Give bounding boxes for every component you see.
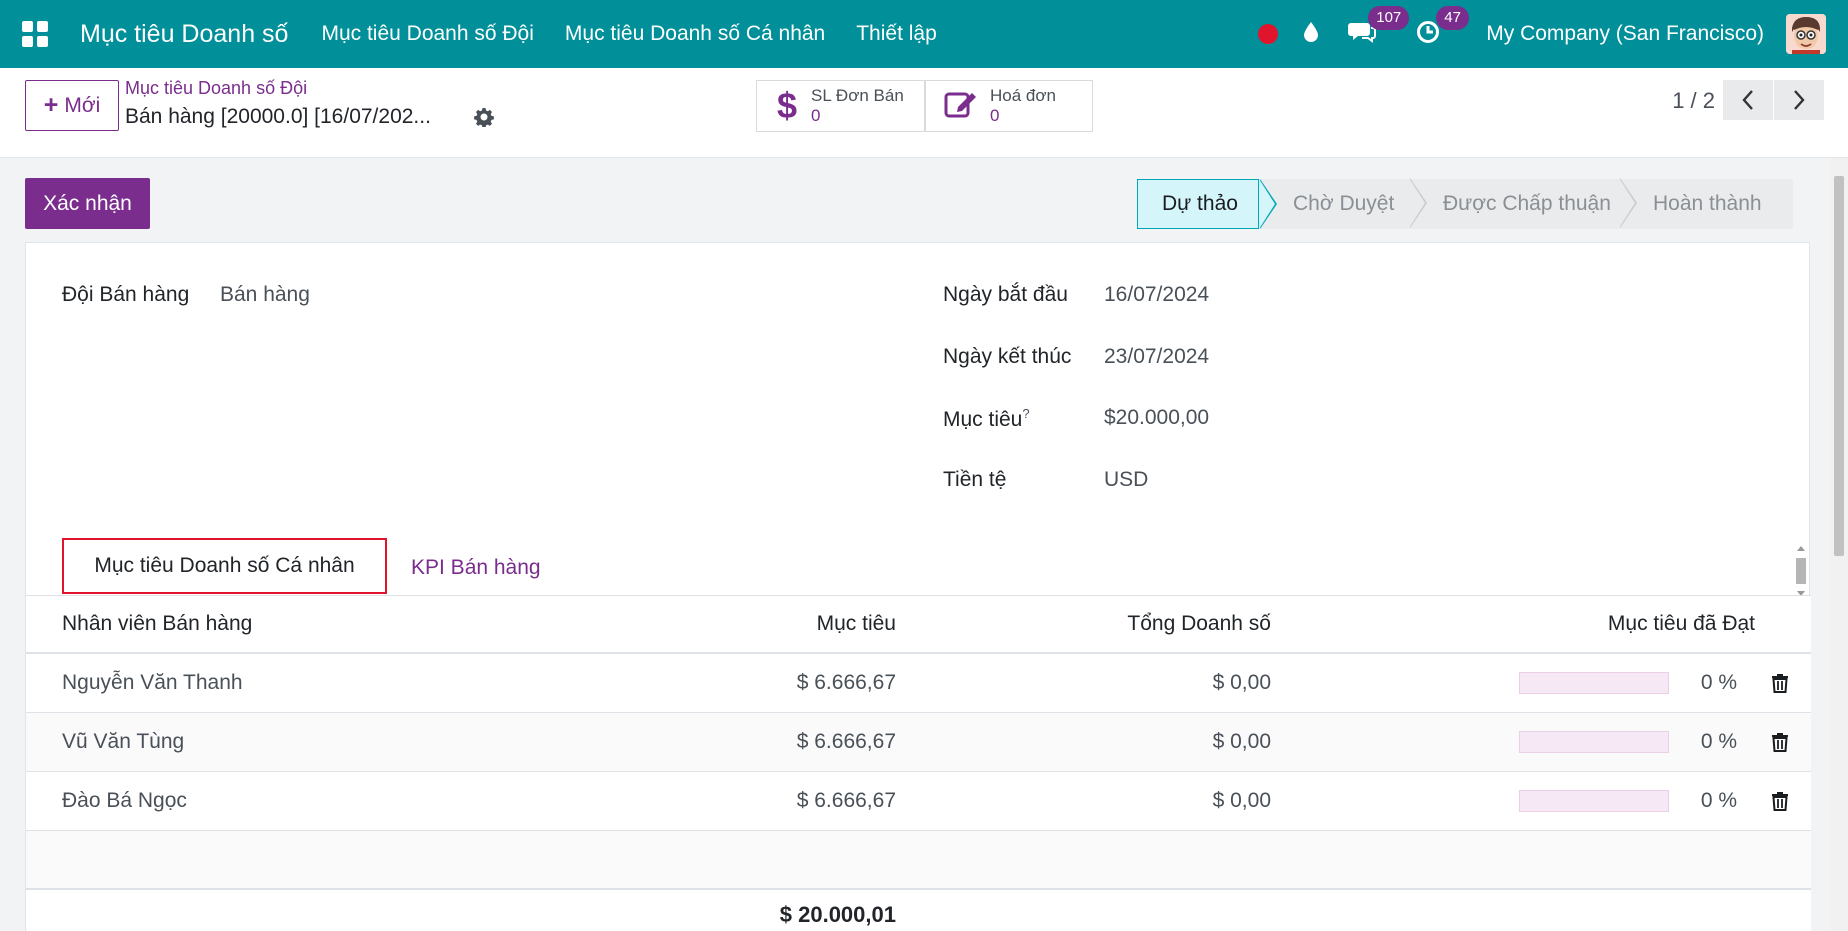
edit-document-icon	[944, 89, 978, 124]
stage-draft[interactable]: Dự thảo	[1137, 179, 1277, 229]
pager-previous-button[interactable]	[1723, 80, 1773, 120]
status-bar: Dự thảo Chờ Duyệt Được Chấp thuận Hoàn t…	[1137, 178, 1793, 229]
trash-icon[interactable]	[1771, 732, 1789, 758]
record-dot-icon[interactable]	[1258, 24, 1279, 44]
invoices-stat-button[interactable]: Hoá đơn 0	[925, 80, 1093, 132]
table-row[interactable]: Đào Bá Ngọc $ 6.666,67 $ 0,00 0 %	[26, 772, 1811, 831]
invoices-label: Hoá đơn	[990, 86, 1056, 105]
stage-draft-label: Dự thảo	[1162, 192, 1238, 215]
activities-badge: 47	[1436, 5, 1469, 30]
invoices-value: 0	[990, 106, 1000, 125]
confirm-button[interactable]: Xác nhận	[25, 178, 150, 229]
breadcrumb-current: Bán hàng [20000.0] [16/07/202...	[125, 105, 431, 128]
salesperson-name: Đào Bá Ngọc	[62, 789, 187, 812]
menu-configuration[interactable]: Thiết lập	[856, 22, 937, 46]
help-tooltip-icon[interactable]: ?	[1022, 406, 1029, 421]
activities-button[interactable]: 47	[1416, 5, 1469, 49]
stage-waiting-approval[interactable]: Chờ Duyệt	[1259, 178, 1427, 229]
currency-field[interactable]: USD	[1104, 468, 1148, 492]
start-date-field[interactable]: 16/07/2024	[1104, 283, 1209, 307]
tab-personal-targets[interactable]: Mục tiêu Doanh số Cá nhân	[62, 538, 387, 594]
control-panel: + Mới Mục tiêu Doanh số Đội Bán hàng [200…	[0, 68, 1848, 158]
table-row[interactable]: Vũ Văn Tùng $ 6.666,67 $ 0,00 0 %	[26, 713, 1811, 772]
target-field[interactable]: $20.000,00	[1104, 406, 1209, 430]
menu-personal-targets[interactable]: Mục tiêu Doanh số Cá nhân	[565, 22, 825, 46]
start-date-label: Ngày bắt đầu	[943, 283, 1068, 306]
currency-label: Tiền tệ	[943, 468, 1007, 491]
stage-waiting-label: Chờ Duyệt	[1293, 192, 1395, 215]
target-amount: $ 6.666,67	[796, 789, 896, 812]
stage-done[interactable]: Hoàn thành	[1619, 179, 1793, 229]
chevron-right-icon	[1794, 90, 1805, 110]
tabs-scrollbar[interactable]	[1795, 545, 1807, 597]
dollar-icon: $	[777, 85, 798, 126]
salesperson-name: Vũ Văn Tùng	[62, 730, 185, 753]
user-avatar[interactable]	[1786, 14, 1826, 54]
header-achieved[interactable]: Mục tiêu đã Đạt	[1608, 596, 1755, 652]
target-label-text: Mục tiêu	[943, 408, 1023, 431]
stage-approved[interactable]: Được Chấp thuận	[1409, 178, 1637, 229]
water-drop-icon[interactable]	[1302, 21, 1320, 48]
messages-button[interactable]: 107	[1348, 5, 1410, 49]
trash-icon[interactable]	[1771, 673, 1789, 699]
sale-orders-stat-button[interactable]: $ SL Đơn Bán 0	[756, 80, 925, 132]
add-line-row[interactable]	[26, 831, 1811, 889]
form-view: Xác nhận Dự thảo Chờ Duyệt Được Chấp thu…	[0, 158, 1848, 931]
top-navbar: Mục tiêu Doanh số Mục tiêu Doanh số Đội …	[0, 0, 1848, 68]
personal-targets-table: Nhân viên Bán hàng Mục tiêu Tổng Doanh s…	[26, 595, 1811, 931]
progress-bar	[1519, 731, 1669, 753]
app-grid-icon[interactable]	[22, 21, 48, 47]
target-amount: $ 6.666,67	[796, 671, 896, 694]
gear-icon[interactable]	[474, 107, 494, 132]
footer-total-target: $ 20.000,01	[779, 902, 896, 927]
form-sheet: Đội Bán hàng Bán hàng Ngày bắt đầu 16/07…	[25, 242, 1811, 931]
progress-bar	[1519, 790, 1669, 812]
achieved-percent: 0 %	[1700, 789, 1737, 812]
sale-orders-label: SL Đơn Bán	[811, 86, 904, 105]
menu-team-targets[interactable]: Mục tiêu Doanh số Đội	[321, 22, 533, 46]
header-salesperson[interactable]: Nhân viên Bán hàng	[62, 596, 252, 652]
achieved-percent: 0 %	[1700, 671, 1737, 694]
header-total-sales[interactable]: Tổng Doanh số	[1127, 596, 1271, 652]
header-target[interactable]: Mục tiêu	[817, 596, 896, 652]
tab-sales-kpi[interactable]: KPI Bán hàng	[411, 556, 541, 580]
sale-orders-value: 0	[811, 106, 821, 125]
new-button-label: Mới	[64, 93, 101, 117]
team-label: Đội Bán hàng	[62, 283, 190, 306]
plus-icon: +	[43, 91, 59, 119]
salesperson-name: Nguyễn Văn Thanh	[62, 671, 243, 694]
stage-approved-label: Được Chấp thuận	[1443, 192, 1611, 215]
company-switcher[interactable]: My Company (San Francisco)	[1486, 22, 1764, 46]
new-button[interactable]: + Mới	[25, 80, 119, 131]
end-date-field[interactable]: 23/07/2024	[1104, 345, 1209, 369]
end-date-label: Ngày kết thúc	[943, 345, 1072, 368]
page-scrollbar[interactable]	[1830, 158, 1848, 931]
target-label: Mục tiêu?	[943, 406, 1030, 432]
table-row[interactable]: Nguyễn Văn Thanh $ 6.666,67 $ 0,00 0 %	[26, 654, 1811, 713]
target-amount: $ 6.666,67	[796, 730, 896, 753]
pager-value[interactable]: 1 / 2	[1672, 88, 1715, 114]
achieved-percent: 0 %	[1700, 730, 1737, 753]
stage-done-label: Hoàn thành	[1653, 192, 1762, 215]
trash-icon[interactable]	[1771, 791, 1789, 817]
messages-badge: 107	[1368, 5, 1410, 30]
total-sales: $ 0,00	[1212, 789, 1271, 812]
total-sales: $ 0,00	[1212, 730, 1271, 753]
table-header: Nhân viên Bán hàng Mục tiêu Tổng Doanh s…	[26, 596, 1811, 654]
breadcrumb-parent[interactable]: Mục tiêu Doanh số Đội	[125, 78, 307, 99]
pager-next-button[interactable]	[1774, 80, 1824, 120]
chevron-left-icon	[1742, 90, 1753, 110]
total-sales: $ 0,00	[1212, 671, 1271, 694]
table-footer: $ 20.000,01	[26, 889, 1811, 931]
progress-bar	[1519, 672, 1669, 694]
team-field[interactable]: Bán hàng	[220, 283, 310, 307]
app-brand[interactable]: Mục tiêu Doanh số	[80, 20, 288, 49]
